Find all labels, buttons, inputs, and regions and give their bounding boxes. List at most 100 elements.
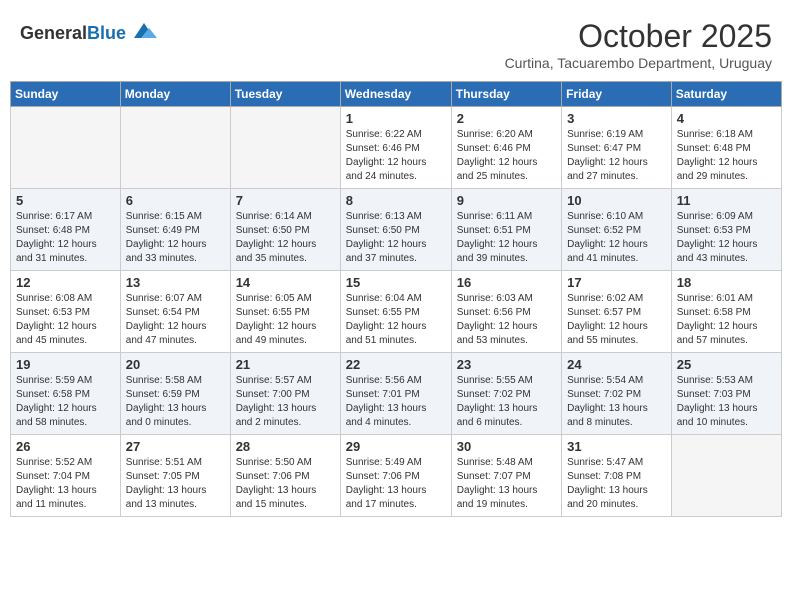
weekday-header-saturday: Saturday	[671, 82, 781, 107]
calendar-week-row: 26 Sunrise: 5:52 AM Sunset: 7:04 PM Dayli…	[11, 435, 782, 517]
day-number: 20	[126, 357, 225, 372]
day-number: 27	[126, 439, 225, 454]
calendar-cell: 16Sunrise: 6:03 AM Sunset: 6:56 PM Dayli…	[451, 271, 561, 353]
day-info: Sunrise: 6:09 AM Sunset: 6:53 PM Dayligh…	[677, 210, 776, 266]
day-info: Sunrise: 5:55 AM Sunset: 7:02 PM Dayligh…	[457, 374, 556, 430]
day-info: Sunrise: 6:04 AM Sunset: 6:55 PM Dayligh…	[346, 292, 446, 348]
month-title: October 2025	[505, 18, 772, 55]
day-info: Sunrise: 6:02 AM Sunset: 6:57 PM Dayligh…	[567, 292, 666, 348]
day-number: 22	[346, 357, 446, 372]
weekday-header-thursday: Thursday	[451, 82, 561, 107]
day-info: Sunrise: 6:17 AM Sunset: 6:48 PM Dayligh…	[16, 210, 115, 266]
day-number: 5	[16, 193, 115, 208]
logo-blue: Blue	[87, 23, 126, 43]
day-info: Sunrise: 6:08 AM Sunset: 6:53 PM Dayligh…	[16, 292, 115, 348]
day-info: Sunrise: 6:13 AM Sunset: 6:50 PM Dayligh…	[346, 210, 446, 266]
calendar-cell: 1Sunrise: 6:22 AM Sunset: 6:46 PM Daylig…	[340, 107, 451, 189]
day-info: Sunrise: 6:11 AM Sunset: 6:51 PM Dayligh…	[457, 210, 556, 266]
day-info: Sunrise: 5:51 AM Sunset: 7:05 PM Dayligh…	[126, 456, 225, 512]
calendar-cell: 8Sunrise: 6:13 AM Sunset: 6:50 PM Daylig…	[340, 189, 451, 271]
calendar-cell: 26 Sunrise: 5:52 AM Sunset: 7:04 PM Dayli…	[11, 435, 121, 517]
calendar-cell: 5 Sunrise: 6:17 AM Sunset: 6:48 PM Daylig…	[11, 189, 121, 271]
day-number: 3	[567, 111, 666, 126]
calendar-cell: 19 Sunrise: 5:59 AM Sunset: 6:58 PM Dayli…	[11, 353, 121, 435]
logo-general: General	[20, 23, 87, 43]
day-number: 1	[346, 111, 446, 126]
day-info: Sunrise: 5:56 AM Sunset: 7:01 PM Dayligh…	[346, 374, 446, 430]
calendar-cell: 2 Sunrise: 6:20 AM Sunset: 6:46 PM Daylig…	[451, 107, 561, 189]
day-number: 15	[346, 275, 446, 290]
day-info: Sunrise: 6:10 AM Sunset: 6:52 PM Dayligh…	[567, 210, 666, 266]
day-number: 6	[126, 193, 225, 208]
day-number: 21	[236, 357, 335, 372]
calendar-cell	[11, 107, 121, 189]
day-info: Sunrise: 6:05 AM Sunset: 6:55 PM Dayligh…	[236, 292, 335, 348]
calendar-cell: 17 Sunrise: 6:02 AM Sunset: 6:57 PM Dayli…	[562, 271, 672, 353]
day-number: 9	[457, 193, 556, 208]
calendar-cell: 3Sunrise: 6:19 AM Sunset: 6:47 PM Daylig…	[562, 107, 672, 189]
calendar-cell: 4 Sunrise: 6:18 AM Sunset: 6:48 PM Daylig…	[671, 107, 781, 189]
day-number: 28	[236, 439, 335, 454]
calendar-cell	[230, 107, 340, 189]
calendar-cell: 12Sunrise: 6:08 AM Sunset: 6:53 PM Dayli…	[11, 271, 121, 353]
day-number: 31	[567, 439, 666, 454]
subtitle: Curtina, Tacuarembo Department, Uruguay	[505, 55, 772, 71]
day-info: Sunrise: 5:50 AM Sunset: 7:06 PM Dayligh…	[236, 456, 335, 512]
day-info: Sunrise: 6:18 AM Sunset: 6:48 PM Dayligh…	[677, 128, 776, 184]
day-info: Sunrise: 5:58 AM Sunset: 6:59 PM Dayligh…	[126, 374, 225, 430]
weekday-header-row: SundayMondayTuesdayWednesdayThursdayFrid…	[11, 82, 782, 107]
day-number: 16	[457, 275, 556, 290]
calendar-cell: 6 Sunrise: 6:15 AM Sunset: 6:49 PM Daylig…	[120, 189, 230, 271]
calendar-cell: 20 Sunrise: 5:58 AM Sunset: 6:59 PM Dayli…	[120, 353, 230, 435]
day-number: 14	[236, 275, 335, 290]
day-number: 7	[236, 193, 335, 208]
calendar-week-row: 12Sunrise: 6:08 AM Sunset: 6:53 PM Dayli…	[11, 271, 782, 353]
weekday-header-tuesday: Tuesday	[230, 82, 340, 107]
day-info: Sunrise: 6:15 AM Sunset: 6:49 PM Dayligh…	[126, 210, 225, 266]
day-number: 10	[567, 193, 666, 208]
day-number: 25	[677, 357, 776, 372]
day-info: Sunrise: 5:47 AM Sunset: 7:08 PM Dayligh…	[567, 456, 666, 512]
day-number: 24	[567, 357, 666, 372]
calendar-cell	[120, 107, 230, 189]
day-info: Sunrise: 6:20 AM Sunset: 6:46 PM Dayligh…	[457, 128, 556, 184]
title-block: October 2025 Curtina, Tacuarembo Departm…	[505, 18, 772, 71]
calendar-cell: 13 Sunrise: 6:07 AM Sunset: 6:54 PM Dayli…	[120, 271, 230, 353]
weekday-header-monday: Monday	[120, 82, 230, 107]
day-info: Sunrise: 6:14 AM Sunset: 6:50 PM Dayligh…	[236, 210, 335, 266]
calendar-cell: 14 Sunrise: 6:05 AM Sunset: 6:55 PM Dayli…	[230, 271, 340, 353]
calendar-cell: 23Sunrise: 5:55 AM Sunset: 7:02 PM Dayli…	[451, 353, 561, 435]
calendar-cell: 28 Sunrise: 5:50 AM Sunset: 7:06 PM Dayli…	[230, 435, 340, 517]
calendar-cell	[671, 435, 781, 517]
calendar-cell: 21Sunrise: 5:57 AM Sunset: 7:00 PM Dayli…	[230, 353, 340, 435]
day-info: Sunrise: 5:49 AM Sunset: 7:06 PM Dayligh…	[346, 456, 446, 512]
weekday-header-wednesday: Wednesday	[340, 82, 451, 107]
calendar-cell: 31 Sunrise: 5:47 AM Sunset: 7:08 PM Dayli…	[562, 435, 672, 517]
calendar-cell: 29Sunrise: 5:49 AM Sunset: 7:06 PM Dayli…	[340, 435, 451, 517]
day-number: 18	[677, 275, 776, 290]
calendar-cell: 22 Sunrise: 5:56 AM Sunset: 7:01 PM Dayli…	[340, 353, 451, 435]
day-number: 11	[677, 193, 776, 208]
day-number: 4	[677, 111, 776, 126]
day-number: 30	[457, 439, 556, 454]
day-number: 17	[567, 275, 666, 290]
logo: GeneralBlue	[20, 18, 159, 48]
day-number: 19	[16, 357, 115, 372]
day-info: Sunrise: 6:01 AM Sunset: 6:58 PM Dayligh…	[677, 292, 776, 348]
day-info: Sunrise: 5:48 AM Sunset: 7:07 PM Dayligh…	[457, 456, 556, 512]
day-number: 2	[457, 111, 556, 126]
calendar-week-row: 5 Sunrise: 6:17 AM Sunset: 6:48 PM Daylig…	[11, 189, 782, 271]
day-info: Sunrise: 6:07 AM Sunset: 6:54 PM Dayligh…	[126, 292, 225, 348]
day-number: 13	[126, 275, 225, 290]
calendar-cell: 15 Sunrise: 6:04 AM Sunset: 6:55 PM Dayli…	[340, 271, 451, 353]
calendar-cell: 7 Sunrise: 6:14 AM Sunset: 6:50 PM Daylig…	[230, 189, 340, 271]
calendar-cell: 25Sunrise: 5:53 AM Sunset: 7:03 PM Dayli…	[671, 353, 781, 435]
calendar-cell: 18 Sunrise: 6:01 AM Sunset: 6:58 PM Dayli…	[671, 271, 781, 353]
weekday-header-sunday: Sunday	[11, 82, 121, 107]
calendar-table: SundayMondayTuesdayWednesdayThursdayFrid…	[10, 81, 782, 517]
day-number: 26	[16, 439, 115, 454]
day-info: Sunrise: 5:52 AM Sunset: 7:04 PM Dayligh…	[16, 456, 115, 512]
day-info: Sunrise: 5:54 AM Sunset: 7:02 PM Dayligh…	[567, 374, 666, 430]
day-info: Sunrise: 5:59 AM Sunset: 6:58 PM Dayligh…	[16, 374, 115, 430]
calendar-cell: 30 Sunrise: 5:48 AM Sunset: 7:07 PM Dayli…	[451, 435, 561, 517]
